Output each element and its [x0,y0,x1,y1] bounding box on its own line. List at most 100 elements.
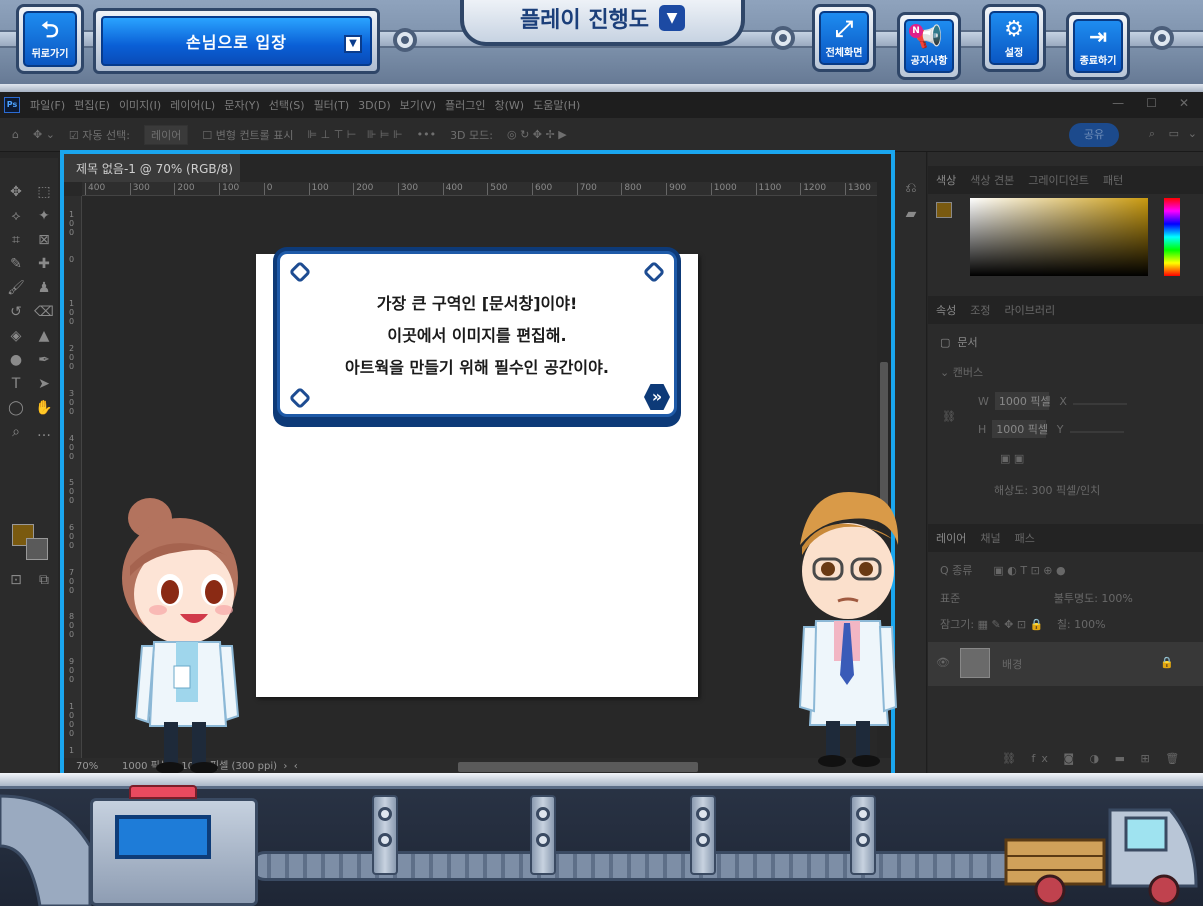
chevron-down-icon[interactable]: ▼ [659,5,686,31]
share-button[interactable]: 공유 [1069,123,1119,147]
home-icon[interactable]: ⌂ [12,128,19,141]
horizontal-scroll-thumb[interactable] [458,762,698,772]
history-brush-icon[interactable]: ↺ [6,302,26,322]
orientation-icons[interactable]: ▣ ▣ [1000,452,1024,465]
y-input[interactable] [1069,431,1124,433]
hue-slider[interactable] [1164,198,1180,276]
tab-swatches[interactable]: 색상 견본 [970,172,1014,188]
next-dialog-button[interactable]: » [644,384,670,410]
auto-select-dropdown[interactable]: 레이어 [143,124,189,145]
zoom-tool-icon[interactable]: ⌕ [6,422,26,442]
3d-mode-icons[interactable]: ◎ ↻ ✥ ✢ ▶ [507,128,567,141]
path-select-icon[interactable]: ➤ [34,374,54,394]
fullscreen-icon: ⤢ [835,16,853,42]
vertical-ruler: 100 0 100 200 300 400 500 600 700 800 900 1000 1 [64,196,82,758]
brush-tool-icon[interactable]: 🖌 [6,278,26,298]
menu-3d[interactable]: 3D(D) [358,99,391,112]
maximize-icon[interactable]: ☐ [1146,96,1157,110]
link-icon[interactable]: ⛓ [942,410,956,423]
menu-help[interactable]: 도움말(H) [533,97,580,113]
menu-image[interactable]: 이미지(I) [119,97,161,113]
tab-adjustments[interactable]: 조정 [970,302,990,318]
minimize-icon[interactable]: — [1112,96,1124,110]
dodge-tool-icon[interactable]: ● [6,350,26,370]
workspace-icon[interactable]: ▭ [1169,127,1179,140]
eyedropper-icon[interactable]: ✎ [6,254,26,274]
pen-tool-icon[interactable]: ✒ [34,350,54,370]
fill-field[interactable]: 칠: 100% [1057,618,1106,631]
menu-layer[interactable]: 레이어(L) [170,97,215,113]
height-input[interactable]: 1000 픽셀 [992,420,1048,438]
tab-channels[interactable]: 채널 [980,530,1000,546]
healing-brush-icon[interactable]: ✚ [34,254,54,274]
stamp-tool-icon[interactable]: ♟ [34,278,54,298]
blend-mode-select[interactable]: 표준 [940,592,960,605]
menu-edit[interactable]: 편집(E) [74,97,110,113]
tab-patterns[interactable]: 패턴 [1103,172,1123,188]
magic-wand-icon[interactable]: ✦ [34,206,54,226]
bolt-icon [642,260,666,284]
screen-mode-icon[interactable]: ⧉ [34,570,54,590]
comments-panel-icon[interactable]: ▰ [901,204,921,224]
guest-login-select[interactable]: 손님으로 입장 ▼ [93,8,380,74]
notice-button[interactable]: N 📢 공지사항 [897,12,961,80]
workspace-dropdown-icon[interactable]: ⌄ [1188,127,1197,140]
search-icon[interactable]: ⌕ [1149,127,1155,141]
tab-paths[interactable]: 패스 [1015,530,1035,546]
opacity-field[interactable]: 불투명도: 100% [1054,592,1133,605]
exit-button[interactable]: ⇥ 종료하기 [1066,12,1130,80]
layer-row[interactable]: 👁 배경 🔒 [928,642,1203,686]
more-tools-icon[interactable]: … [34,422,54,442]
marquee-tool-icon[interactable]: ⬚ [34,182,54,202]
visibility-eye-icon[interactable]: 👁 [936,656,950,669]
paint-bucket-icon[interactable]: ◈ [6,326,26,346]
document-tab[interactable]: 제목 없음-1 @ 70% (RGB/8)× [64,154,251,182]
lasso-tool-icon[interactable]: ⟡ [6,206,26,226]
transform-controls-checkbox[interactable]: ☐ 변형 컨트롤 표시 [202,127,293,143]
type-tool-icon[interactable]: T [6,374,26,394]
history-panel-icon[interactable]: ⎌ [901,178,921,198]
color-picker-field[interactable] [970,198,1148,276]
menu-select[interactable]: 선택(S) [269,97,305,113]
ruler-tick-label: 500 [487,183,507,195]
tab-gradients[interactable]: 그레이디언트 [1028,172,1089,188]
dropdown-arrow-icon[interactable]: ▼ [344,35,362,53]
tab-color[interactable]: 색상 [936,172,956,188]
play-progress-button[interactable]: 플레이 진행도 ▼ [460,0,745,46]
menu-filter[interactable]: 필터(T) [314,97,350,113]
exit-icon: ⇥ [1088,24,1108,50]
eraser-tool-icon[interactable]: ⌫ [34,302,54,322]
tab-properties[interactable]: 속성 [936,302,956,318]
auto-select-checkbox[interactable]: ☑ 자동 선택: [69,127,130,143]
settings-button[interactable]: ⚙ 설정 [982,4,1046,72]
blur-tool-icon[interactable]: ▲ [34,326,54,346]
menu-file[interactable]: 파일(F) [30,97,65,113]
ruler-tick-label: 0 [263,183,273,195]
tab-layers[interactable]: 레이어 [936,530,966,546]
width-input[interactable]: 1000 픽셀 [994,392,1051,410]
tab-libraries[interactable]: 라이브러리 [1005,302,1056,318]
move-tool-icon[interactable]: ✥ [6,182,26,202]
fullscreen-button[interactable]: ⤢ 전체화면 [812,4,876,72]
menu-view[interactable]: 보기(V) [400,97,436,113]
bolt-icon [1150,26,1174,50]
background-color-swatch[interactable] [26,538,48,560]
hand-tool-icon[interactable]: ✋ [34,398,54,418]
menu-plugins[interactable]: 플러그인 [445,97,485,113]
layer-lock-icon[interactable]: 🔒 [1160,656,1174,669]
close-icon[interactable]: ✕ [1179,96,1189,110]
more-options-icon[interactable]: ••• [417,128,436,141]
menu-type[interactable]: 문자(Y) [224,97,260,113]
frame-tool-icon[interactable]: ⊠ [34,230,54,250]
move-tool-icon[interactable]: ✥ ⌄ [33,128,55,141]
layer-search[interactable]: Q 종류 [940,564,972,577]
x-input[interactable] [1072,403,1127,405]
back-button[interactable]: ⮌ 뒤로가기 [16,4,84,74]
panel-foreground-swatch[interactable] [936,202,952,218]
crop-tool-icon[interactable]: ⌗ [6,230,26,250]
layer-footer-icons[interactable]: ⛓ fx ◙ ◑ ▬ ⊞ 🗑 [1002,752,1185,765]
align-icons[interactable]: ⊫ ⊥ ⊤ ⊢ ⊪ ⊨ ⊩ [308,128,403,141]
ellipse-tool-icon[interactable]: ◯ [6,398,26,418]
menu-window[interactable]: 창(W) [494,97,524,113]
quick-mask-icon[interactable]: ⊡ [6,570,26,590]
